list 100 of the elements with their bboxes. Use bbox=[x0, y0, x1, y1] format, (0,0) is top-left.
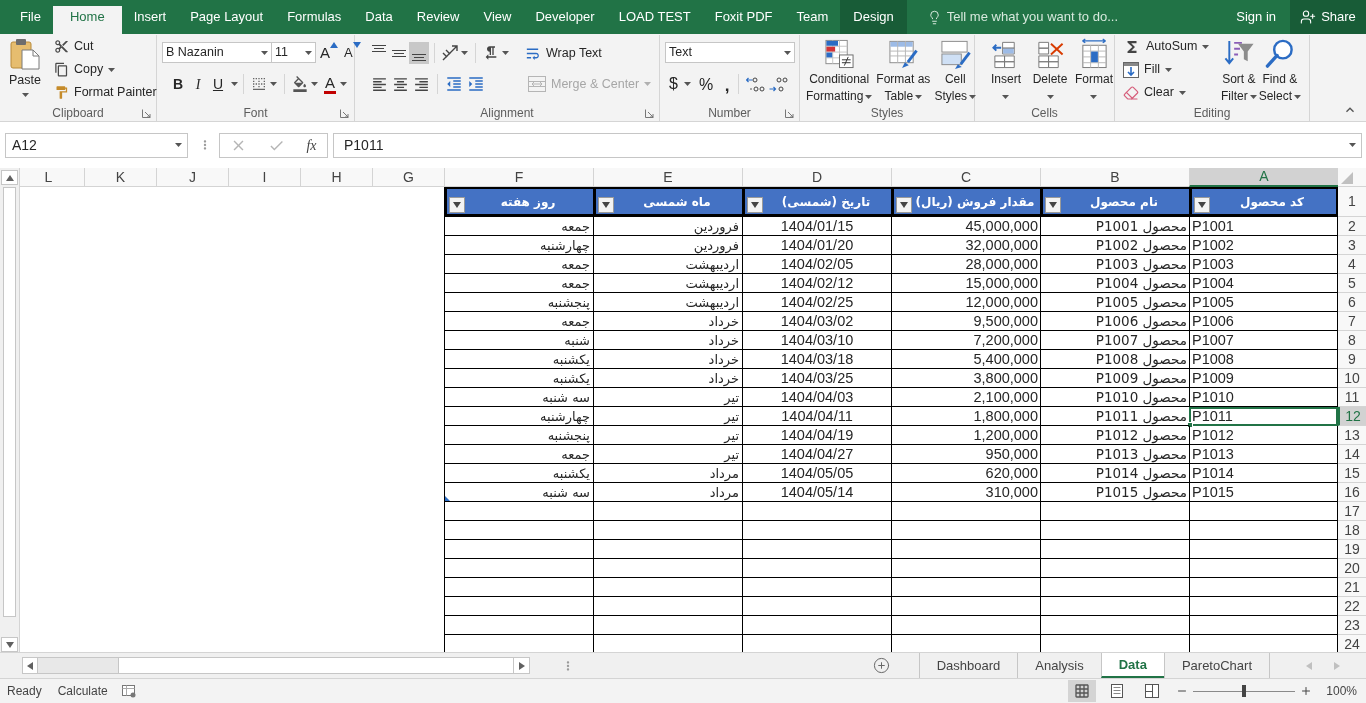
paste-button[interactable]: Paste bbox=[4, 35, 46, 105]
row-header[interactable]: 1 bbox=[1338, 187, 1366, 217]
share-button[interactable]: Share bbox=[1290, 0, 1366, 34]
name-box[interactable]: A12 bbox=[5, 132, 188, 158]
filter-button[interactable] bbox=[1045, 197, 1061, 213]
copy-button[interactable]: Copy bbox=[51, 58, 160, 81]
filter-button[interactable] bbox=[1194, 197, 1210, 213]
ribbon-tab[interactable]: Review bbox=[404, 0, 472, 34]
fill-button[interactable]: Fill bbox=[1120, 58, 1220, 81]
column-header[interactable]: G bbox=[372, 168, 444, 187]
cells-button[interactable]: Delete bbox=[1031, 35, 1069, 105]
autosum-button[interactable]: AutoSum bbox=[1120, 35, 1220, 58]
wrap-text-button[interactable]: Wrap Text bbox=[521, 41, 605, 65]
add-sheet-button[interactable] bbox=[872, 655, 890, 676]
find-select-button[interactable]: Find & Select bbox=[1257, 35, 1303, 105]
row-header[interactable]: 15 bbox=[1338, 464, 1366, 483]
scroll-right-button[interactable] bbox=[514, 658, 529, 673]
scrollbar-thumb[interactable] bbox=[3, 187, 16, 617]
row-header[interactable]: 10 bbox=[1338, 369, 1366, 388]
ribbon-tab[interactable]: View bbox=[471, 0, 524, 34]
column-header[interactable]: D bbox=[742, 168, 891, 187]
ribbon-tab[interactable]: LOAD TEST bbox=[606, 0, 703, 34]
scrollbar-thumb[interactable] bbox=[118, 658, 514, 673]
row-header[interactable]: 23 bbox=[1338, 616, 1366, 635]
row-header[interactable]: 12 bbox=[1338, 407, 1366, 426]
filter-button[interactable] bbox=[896, 197, 912, 213]
grow-font-button[interactable]: A bbox=[320, 42, 338, 63]
shrink-font-button[interactable]: A bbox=[344, 42, 361, 63]
currency-button[interactable]: $ bbox=[669, 73, 691, 95]
row-header[interactable]: 13 bbox=[1338, 426, 1366, 445]
ribbon-tab[interactable]: Developer bbox=[523, 0, 607, 34]
ribbon-tab[interactable]: Home bbox=[52, 6, 122, 34]
percent-button[interactable]: % bbox=[698, 73, 714, 95]
column-header[interactable]: F bbox=[444, 168, 593, 187]
filter-button[interactable] bbox=[598, 197, 614, 213]
filter-button[interactable] bbox=[449, 197, 465, 213]
column-header[interactable]: E bbox=[593, 168, 742, 187]
row-header[interactable]: 22 bbox=[1338, 597, 1366, 616]
macro-record-icon[interactable] bbox=[121, 684, 137, 698]
fill-color-button[interactable] bbox=[290, 73, 320, 95]
row-header[interactable]: 19 bbox=[1338, 540, 1366, 559]
scroll-down-button[interactable] bbox=[1, 637, 18, 652]
dialog-launcher-icon[interactable] bbox=[785, 108, 794, 118]
cells-button[interactable]: Format bbox=[1074, 35, 1114, 105]
font-color-button[interactable]: A bbox=[324, 73, 347, 95]
ribbon-tab[interactable]: Formulas bbox=[275, 0, 354, 34]
scroll-left-button[interactable] bbox=[23, 658, 38, 673]
italic-button[interactable]: I bbox=[188, 73, 208, 95]
table-resize-handle[interactable] bbox=[445, 496, 450, 501]
sheet-tab[interactable]: Data bbox=[1100, 653, 1164, 678]
cells-button[interactable]: Insert bbox=[989, 35, 1023, 105]
ribbon-tab[interactable]: Data bbox=[353, 0, 405, 34]
row-header[interactable]: 4 bbox=[1338, 255, 1366, 274]
scroll-up-button[interactable] bbox=[1, 170, 18, 185]
row-header[interactable]: 3 bbox=[1338, 236, 1366, 255]
font-name-box[interactable]: B Nazanin bbox=[162, 42, 272, 63]
vertical-align-button[interactable] bbox=[409, 42, 429, 64]
row-header[interactable]: 14 bbox=[1338, 445, 1366, 464]
formula-input[interactable]: P1011 bbox=[333, 132, 1362, 158]
row-header[interactable]: 8 bbox=[1338, 331, 1366, 350]
column-header[interactable]: C bbox=[891, 168, 1040, 187]
ribbon-tab[interactable]: Team bbox=[784, 0, 841, 34]
row-header[interactable]: 21 bbox=[1338, 578, 1366, 597]
ribbon-tab[interactable]: Insert bbox=[121, 0, 179, 34]
column-header[interactable]: A bbox=[1189, 168, 1338, 187]
insert-function-button[interactable]: fx bbox=[306, 135, 317, 155]
number-format-box[interactable]: Text bbox=[665, 42, 795, 63]
dialog-launcher-icon[interactable] bbox=[340, 108, 349, 118]
styles-button[interactable]: Format as Table bbox=[875, 35, 932, 105]
ribbon-tab[interactable]: Foxit PDF bbox=[702, 0, 785, 34]
font-size-box[interactable]: 11 bbox=[272, 42, 316, 63]
comma-button[interactable]: , bbox=[721, 73, 734, 95]
zoom-slider[interactable] bbox=[1193, 685, 1296, 697]
dialog-launcher-icon[interactable] bbox=[142, 108, 151, 118]
row-header[interactable]: 2 bbox=[1338, 217, 1366, 236]
row-header[interactable]: 16 bbox=[1338, 483, 1366, 502]
column-header[interactable]: H bbox=[300, 168, 372, 187]
column-header[interactable]: K bbox=[84, 168, 156, 187]
zoom-in-button[interactable] bbox=[1300, 685, 1313, 697]
row-header[interactable]: 18 bbox=[1338, 521, 1366, 540]
row-header[interactable]: 6 bbox=[1338, 293, 1366, 312]
fill-handle[interactable] bbox=[1187, 422, 1193, 428]
ribbon-tab[interactable]: Page Layout bbox=[178, 0, 276, 34]
ribbon-tab[interactable]: File bbox=[8, 0, 53, 34]
column-header[interactable]: I bbox=[228, 168, 300, 187]
sign-in-link[interactable]: Sign in bbox=[1228, 0, 1284, 34]
tell-me-search-field[interactable]: Tell me what you want to do... bbox=[946, 7, 1137, 27]
row-header[interactable]: 5 bbox=[1338, 274, 1366, 293]
row-header[interactable]: 7 bbox=[1338, 312, 1366, 331]
row-header[interactable]: 20 bbox=[1338, 559, 1366, 578]
styles-button[interactable]: Cell Styles bbox=[933, 35, 978, 105]
dialog-launcher-icon[interactable] bbox=[645, 108, 654, 118]
column-header[interactable]: J bbox=[156, 168, 228, 187]
zoom-thumb[interactable] bbox=[1242, 685, 1247, 697]
sort-filter-button[interactable]: Sort & Filter bbox=[1220, 35, 1258, 105]
underline-button[interactable]: U bbox=[208, 73, 228, 95]
styles-button[interactable]: Conditional Formatting bbox=[805, 35, 874, 105]
column-header[interactable]: L bbox=[20, 168, 84, 187]
format-painter-button[interactable]: Format Painter bbox=[51, 81, 160, 104]
row-header[interactable]: 24 bbox=[1338, 635, 1366, 652]
